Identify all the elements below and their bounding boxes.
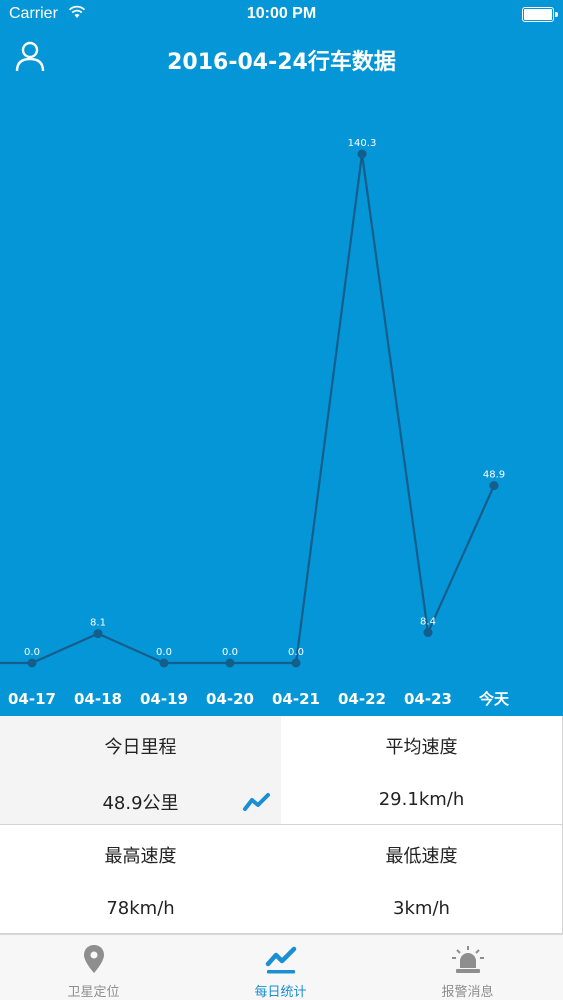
daily-mileage-chart: 0.0 04-17 8.1 04-18 0.0 04-19 0.0 04-20 0.0 04-21… — [0, 138, 510, 708]
data-point[interactable] — [489, 481, 499, 491]
data-label: 0.0 — [288, 647, 304, 658]
x-tick-label: 04-23 — [404, 690, 452, 708]
data-label: 48.9 — [483, 470, 505, 481]
x-tick-label: 04-20 — [206, 690, 254, 708]
data-label: 8.4 — [420, 617, 436, 628]
stat-cell-mileage[interactable]: 今日里程 48.9公里 — [0, 716, 282, 825]
tab-label: 卫星定位 — [67, 985, 120, 1000]
nav-bar: 2016-04-24行车数据 — [0, 30, 563, 86]
series-line — [0, 152, 496, 665]
data-point[interactable] — [423, 628, 433, 638]
stat-value: 48.9公里 — [102, 793, 179, 814]
data-point[interactable] — [93, 629, 103, 639]
stat-cell-max-speed[interactable]: 最高速度 78km/h — [0, 825, 282, 934]
x-tick-label: 04-18 — [74, 690, 122, 708]
clock: 10:00 PM — [246, 5, 317, 22]
tab-label: 报警消息 — [441, 985, 494, 1000]
tab-alarm-messages[interactable]: 报警消息 — [374, 935, 561, 1000]
data-point[interactable] — [27, 658, 37, 668]
data-label: 140.3 — [348, 138, 377, 149]
stats-grid: 今日里程 48.9公里 平均速度 29.1km/h 最高速度 78km/h 最低… — [0, 716, 563, 934]
status-bar: Carrier 10:00 PM — [0, 0, 563, 30]
stat-label: 平均速度 — [385, 737, 458, 758]
x-tick-label: 04-19 — [140, 690, 188, 708]
data-point[interactable] — [357, 149, 367, 159]
alarm-light-icon — [451, 946, 484, 973]
stat-value: 29.1km/h — [378, 789, 465, 810]
data-label: 0.0 — [222, 647, 238, 658]
x-tick-label: 04-22 — [338, 690, 386, 708]
trend-chart-icon — [265, 946, 296, 974]
data-point[interactable] — [225, 658, 235, 668]
trend-chart-icon — [243, 793, 270, 811]
tab-satellite-location[interactable]: 卫星定位 — [0, 935, 187, 1000]
data-label: 0.0 — [24, 647, 40, 658]
tab-daily-stats[interactable]: 每日统计 — [187, 935, 374, 1000]
battery-icon — [522, 7, 558, 22]
stat-value: 3km/h — [393, 898, 450, 919]
stat-label: 最低速度 — [385, 846, 458, 867]
page-title: 2016-04-24行车数据 — [167, 50, 396, 75]
x-tick-label: 04-21 — [272, 690, 320, 708]
stat-cell-min-speed[interactable]: 最低速度 3km/h — [281, 825, 563, 934]
stat-cell-avg-speed[interactable]: 平均速度 29.1km/h — [281, 716, 563, 825]
stat-label: 最高速度 — [104, 846, 177, 867]
x-tick-label: 04-17 — [8, 690, 56, 708]
x-tick-label: 今天 — [478, 690, 510, 708]
data-point[interactable] — [159, 658, 169, 668]
stat-label: 今日里程 — [104, 737, 177, 758]
stat-value: 78km/h — [106, 898, 175, 919]
data-label: 0.0 — [156, 647, 172, 658]
location-pin-icon — [83, 945, 104, 973]
tab-bar: 卫星定位 每日统计 报警消息 — [0, 934, 563, 1000]
data-label: 8.1 — [90, 618, 106, 629]
tab-label: 每日统计 — [254, 985, 307, 1000]
data-point[interactable] — [291, 658, 301, 668]
